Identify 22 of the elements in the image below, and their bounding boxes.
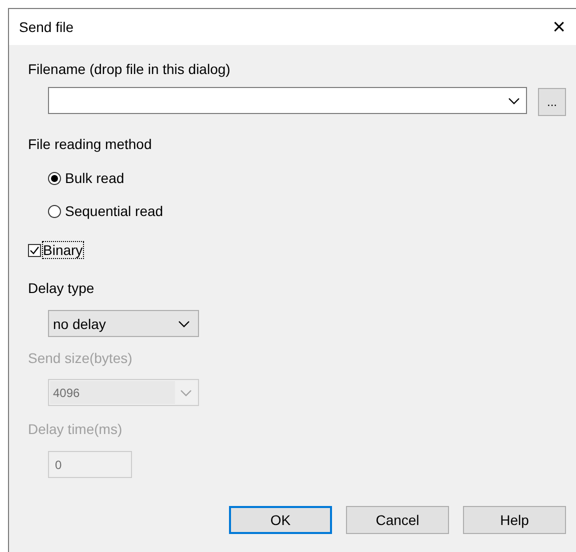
dialog-button[interactable]: Help [463, 506, 566, 534]
window-title: Send file [19, 19, 74, 35]
field-label: Delay type [28, 279, 96, 298]
radio-button[interactable] [48, 172, 61, 184]
field-label: Send size(bytes) [28, 349, 134, 368]
radio-button[interactable] [48, 204, 61, 218]
field-label: Delay time(ms) [28, 420, 124, 439]
checkbox[interactable] [28, 244, 41, 256]
chevron-down-icon [178, 320, 190, 328]
chevron-down-icon [180, 388, 192, 396]
browse-button[interactable]: ... [538, 88, 566, 116]
checkbox-label: Binary [43, 242, 83, 258]
radio-label: Sequential read [65, 203, 164, 219]
chevron-down-icon [508, 96, 520, 104]
dialog-button[interactable]: OK [229, 506, 332, 534]
group-label: File reading method [28, 135, 153, 154]
close-button[interactable]: × [542, 12, 576, 42]
field-label: Filename (drop file in this dialog) [28, 60, 232, 79]
dialog-button[interactable]: Cancel [346, 506, 449, 534]
delay-type-dropdown[interactable]: no delay [48, 310, 199, 337]
filename-combo-box[interactable] [48, 87, 527, 114]
radio-label: Bulk read [65, 170, 124, 186]
